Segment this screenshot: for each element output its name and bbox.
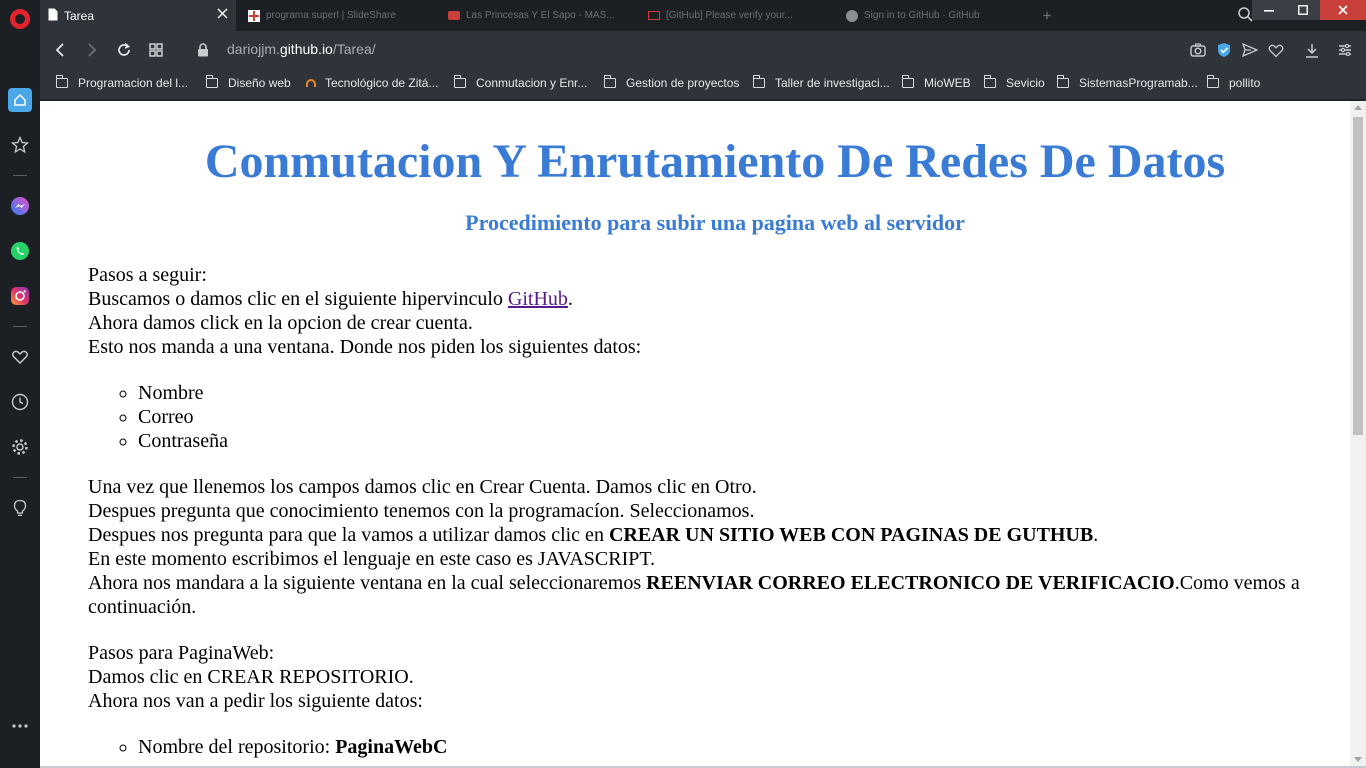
folder-icon <box>1056 75 1069 88</box>
folder-icon <box>55 75 68 88</box>
instagram-icon[interactable] <box>8 284 32 308</box>
close-tab-icon[interactable] <box>217 8 228 22</box>
tab-active[interactable]: Tarea <box>40 0 236 31</box>
ad-blocker-shield-icon[interactable] <box>1214 40 1234 60</box>
bookmark-folder[interactable]: Conmutacion y Enr... <box>453 75 587 90</box>
list-item: Nombre <box>138 381 1342 405</box>
tab-title: Tarea <box>64 8 95 23</box>
snapshot-camera-icon[interactable] <box>1188 40 1208 60</box>
tab-inactive[interactable]: Sign in to GitHub · GitHub <box>838 0 1028 31</box>
folder-icon <box>205 75 218 88</box>
page-viewport: Conmutacion Y Enrutamiento De Redes De D… <box>40 101 1350 766</box>
messenger-icon[interactable] <box>8 194 32 218</box>
scrollbar-thumb[interactable] <box>1353 117 1363 435</box>
url-field[interactable]: dariojjm.github.io/Tarea/ <box>227 41 376 57</box>
bookmarks-star-icon[interactable] <box>8 133 32 157</box>
more-options-icon[interactable] <box>8 714 32 738</box>
tab-title: Las Princesas Y El Sapo - MAS... <box>466 10 615 21</box>
whatsapp-icon[interactable] <box>8 239 32 263</box>
window-controls <box>1252 0 1366 22</box>
list-item: Contraseña <box>138 429 1342 453</box>
bookmark-folder[interactable]: SistemasProgramab... <box>1056 75 1198 90</box>
bookmark-folder[interactable]: pollito <box>1206 75 1260 90</box>
steps-paragraph: Pasos a seguir: Buscamos o damos clic en… <box>88 264 642 358</box>
secure-lock-icon[interactable] <box>193 40 213 60</box>
settings-gear-icon[interactable] <box>8 435 32 459</box>
tab-grid-icon[interactable] <box>146 40 166 60</box>
opera-sidebar <box>0 0 40 768</box>
reload-icon[interactable] <box>114 40 134 60</box>
tab-inactive[interactable]: [GitHub] Please verify your... <box>640 0 830 31</box>
folder-icon <box>453 75 466 88</box>
scroll-up-arrow-icon[interactable] <box>1354 105 1362 110</box>
address-bar: dariojjm.github.io/Tarea/ <box>40 31 1366 69</box>
tab-title: Sign in to GitHub · GitHub <box>864 10 980 21</box>
gmail-icon <box>648 11 660 20</box>
page-title: Conmutacion Y Enrutamiento De Redes De D… <box>204 135 1226 188</box>
github-icon <box>846 9 858 22</box>
minimize-icon[interactable] <box>1252 0 1286 20</box>
bookmark-folder[interactable]: Diseño web <box>205 75 291 90</box>
opera-logo-icon[interactable] <box>10 9 30 29</box>
tips-lightbulb-icon[interactable] <box>8 496 32 520</box>
bookmark-folder[interactable]: Programacion del l... <box>55 75 188 90</box>
downloads-icon[interactable] <box>1302 40 1322 60</box>
page-subtitle: Procedimiento para subir una pagina web … <box>465 210 965 235</box>
tab-bar: Tarea programa superl | SlideShare Las P… <box>40 0 1366 31</box>
tab-inactive[interactable]: Las Princesas Y El Sapo - MAS... <box>440 0 630 31</box>
list-item: Correo <box>138 405 1342 429</box>
page-content: Conmutacion Y Enrutamiento De Redes De D… <box>40 134 1350 759</box>
youtube-icon <box>448 11 460 20</box>
bookmark-link[interactable]: Tecnológico de Zitá... <box>305 76 438 90</box>
repo-fields-list: Nombre del repositorio: PaginaWebC <box>138 735 1342 759</box>
bookmark-folder[interactable]: MioWEB <box>901 75 971 90</box>
account-steps-paragraph: Una vez que llenemos los campos damos cl… <box>88 476 1300 618</box>
bookmark-folder[interactable]: Gestion de proyectos <box>603 75 739 90</box>
repo-steps-paragraph: Pasos para PaginaWeb: Damos clic en CREA… <box>88 642 423 712</box>
folder-icon <box>1206 75 1219 88</box>
list-item: Nombre del repositorio: PaginaWebC <box>138 735 1342 759</box>
bookmark-folder[interactable]: Taller de investigaci... <box>752 75 890 90</box>
history-clock-icon[interactable] <box>8 390 32 414</box>
back-icon[interactable] <box>50 40 70 60</box>
tab-title: [GitHub] Please verify your... <box>666 10 793 21</box>
add-to-favorites-heart-icon[interactable] <box>1266 40 1286 60</box>
tab-inactive[interactable]: programa superl | SlideShare <box>240 0 430 31</box>
bookmarks-bar: Programacion del l... Diseño web Tecnoló… <box>40 69 1366 100</box>
tab-title: programa superl | SlideShare <box>266 10 396 21</box>
vertical-scrollbar[interactable] <box>1350 101 1366 766</box>
folder-icon <box>983 75 996 88</box>
folder-icon <box>603 75 616 88</box>
bookmark-folder[interactable]: Sevicio <box>983 75 1045 90</box>
easy-setup-menu-icon[interactable] <box>1335 40 1355 60</box>
slideshare-icon <box>248 9 260 22</box>
new-tab-button[interactable] <box>1035 0 1059 31</box>
close-window-icon[interactable] <box>1320 0 1366 20</box>
folder-icon <box>752 75 765 88</box>
tab-search-icon[interactable] <box>1238 7 1253 27</box>
github-link[interactable]: GitHub <box>508 288 568 310</box>
scroll-down-arrow-icon[interactable] <box>1354 757 1362 762</box>
my-flow-heart-icon[interactable] <box>8 345 32 369</box>
page-document-icon <box>48 8 58 24</box>
speed-dial-home-icon[interactable] <box>8 88 32 112</box>
required-fields-list: Nombre Correo Contraseña <box>138 381 1342 453</box>
forward-icon[interactable] <box>82 40 102 60</box>
send-arrow-icon[interactable] <box>1240 40 1260 60</box>
folder-icon <box>901 75 914 88</box>
itz-site-icon <box>305 77 317 89</box>
maximize-icon[interactable] <box>1286 0 1320 20</box>
